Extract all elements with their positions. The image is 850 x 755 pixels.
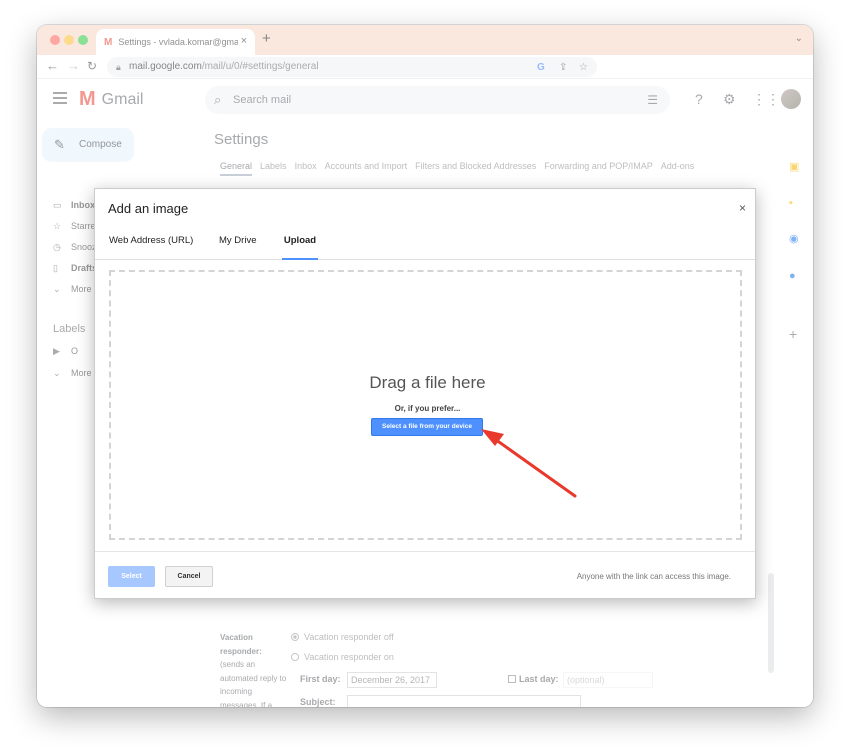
- browser-window: M Settings - vvlada.komar@gmail... × + ⌄…: [37, 25, 813, 707]
- annotation-arrow: [481, 429, 577, 498]
